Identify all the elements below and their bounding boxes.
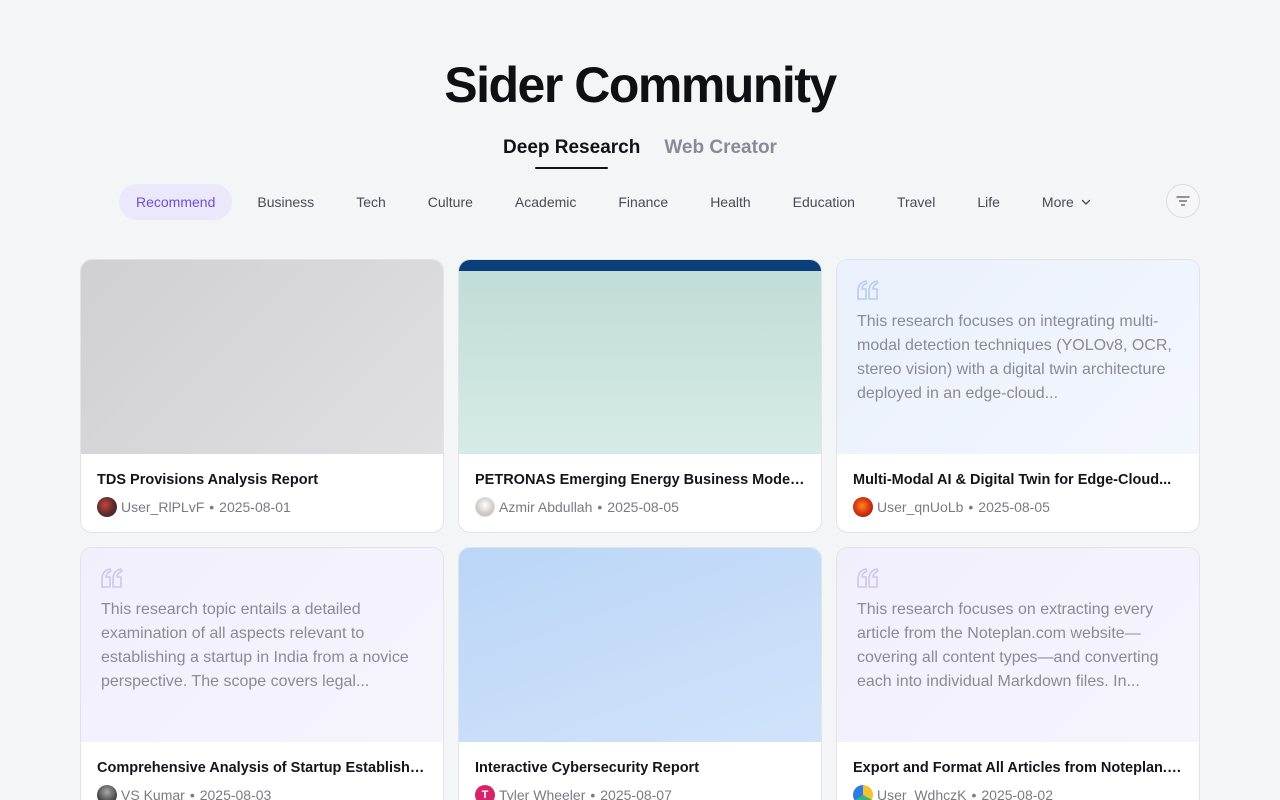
avatar <box>853 785 873 800</box>
report-card[interactable]: TDS Provisions Analysis Report User_RlPL… <box>80 259 444 533</box>
category-academic[interactable]: Academic <box>498 184 593 220</box>
card-meta: VS Kumar • 2025-08-03 <box>97 785 427 800</box>
author-name: User_WdhczK <box>877 787 967 800</box>
card-excerpt: This research focuses on extracting ever… <box>857 601 1159 690</box>
tab-web-creator[interactable]: Web Creator <box>664 137 777 169</box>
avatar <box>97 785 117 800</box>
report-card[interactable]: This research topic entails a detailed e… <box>80 547 444 800</box>
author-name: Tyler Wheeler <box>499 787 586 800</box>
meta-separator: • <box>209 499 215 515</box>
avatar: T <box>475 785 495 800</box>
report-card[interactable]: This research focuses on integrating mul… <box>836 259 1200 533</box>
category-travel[interactable]: Travel <box>880 184 952 220</box>
meta-separator: • <box>968 499 974 515</box>
card-excerpt-preview: This research focuses on extracting ever… <box>837 548 1199 742</box>
report-card[interactable]: This research focuses on extracting ever… <box>836 547 1200 800</box>
card-thumbnail <box>459 260 821 454</box>
card-title: Comprehensive Analysis of Startup Establ… <box>97 760 427 776</box>
meta-separator: • <box>597 499 603 515</box>
report-grid: TDS Provisions Analysis Report User_RlPL… <box>80 259 1200 800</box>
meta-separator: • <box>971 787 977 800</box>
more-label: More <box>1041 194 1074 210</box>
report-card[interactable]: PETRONAS Emerging Energy Business Models… <box>458 259 822 533</box>
page-title: Sider Community <box>444 57 837 113</box>
category-business[interactable]: Business <box>240 184 331 220</box>
chevron-down-icon <box>1081 199 1091 205</box>
author-name: VS Kumar <box>121 787 185 800</box>
author-name: User_qnUoLb <box>877 499 964 515</box>
category-life[interactable]: Life <box>960 184 1017 220</box>
filter-button[interactable] <box>1166 184 1200 218</box>
card-title: Multi-Modal AI & Digital Twin for Edge-C… <box>853 472 1172 488</box>
category-culture[interactable]: Culture <box>411 184 490 220</box>
card-date: 2025-08-07 <box>600 787 672 800</box>
quote-icon <box>857 280 879 300</box>
category-education[interactable]: Education <box>776 184 872 220</box>
avatar <box>475 497 495 517</box>
meta-separator: • <box>590 787 596 800</box>
meta-separator: • <box>189 787 195 800</box>
category-finance[interactable]: Finance <box>601 184 685 220</box>
author-name: Azmir Abdullah <box>499 499 593 515</box>
card-date: 2025-08-05 <box>607 499 679 515</box>
quote-icon <box>857 568 879 588</box>
category-health[interactable]: Health <box>693 184 767 220</box>
card-title: Interactive Cybersecurity Report <box>475 760 700 776</box>
author-name: User_RlPLvF <box>121 499 205 515</box>
card-title: TDS Provisions Analysis Report <box>97 472 319 488</box>
report-card[interactable]: Interactive Cybersecurity Report T Tyler… <box>458 547 822 800</box>
mode-tabs: Deep Research Web Creator <box>0 137 1280 169</box>
card-meta: User_RlPLvF • 2025-08-01 <box>97 497 427 517</box>
card-meta: User_qnUoLb • 2025-08-05 <box>853 497 1183 517</box>
card-meta: User_WdhczK • 2025-08-02 <box>853 785 1183 800</box>
card-title: Export and Format All Articles from Note… <box>853 760 1183 776</box>
card-thumbnail <box>81 260 443 454</box>
avatar <box>853 497 873 517</box>
card-thumbnail <box>459 548 821 742</box>
card-excerpt-preview: This research topic entails a detailed e… <box>81 548 443 742</box>
tab-deep-research[interactable]: Deep Research <box>503 137 640 169</box>
category-bar: Recommend Business Tech Culture Academic… <box>119 184 1117 220</box>
card-excerpt: This research topic entails a detailed e… <box>101 601 409 690</box>
card-date: 2025-08-01 <box>219 499 291 515</box>
category-recommend[interactable]: Recommend <box>119 184 233 220</box>
quote-icon <box>101 568 123 588</box>
category-tech[interactable]: Tech <box>339 184 403 220</box>
avatar <box>97 497 117 517</box>
card-excerpt: This research focuses on integrating mul… <box>857 313 1172 402</box>
card-date: 2025-08-02 <box>981 787 1053 800</box>
card-title: PETRONAS Emerging Energy Business Models… <box>475 472 805 488</box>
filter-lines-icon <box>1176 196 1190 206</box>
card-date: 2025-08-03 <box>199 787 272 800</box>
card-meta: T Tyler Wheeler • 2025-08-07 <box>475 785 805 800</box>
more-dropdown[interactable]: More <box>1025 184 1109 220</box>
card-excerpt-preview: This research focuses on integrating mul… <box>837 260 1199 454</box>
card-date: 2025-08-05 <box>978 499 1050 515</box>
card-meta: Azmir Abdullah • 2025-08-05 <box>475 497 805 517</box>
